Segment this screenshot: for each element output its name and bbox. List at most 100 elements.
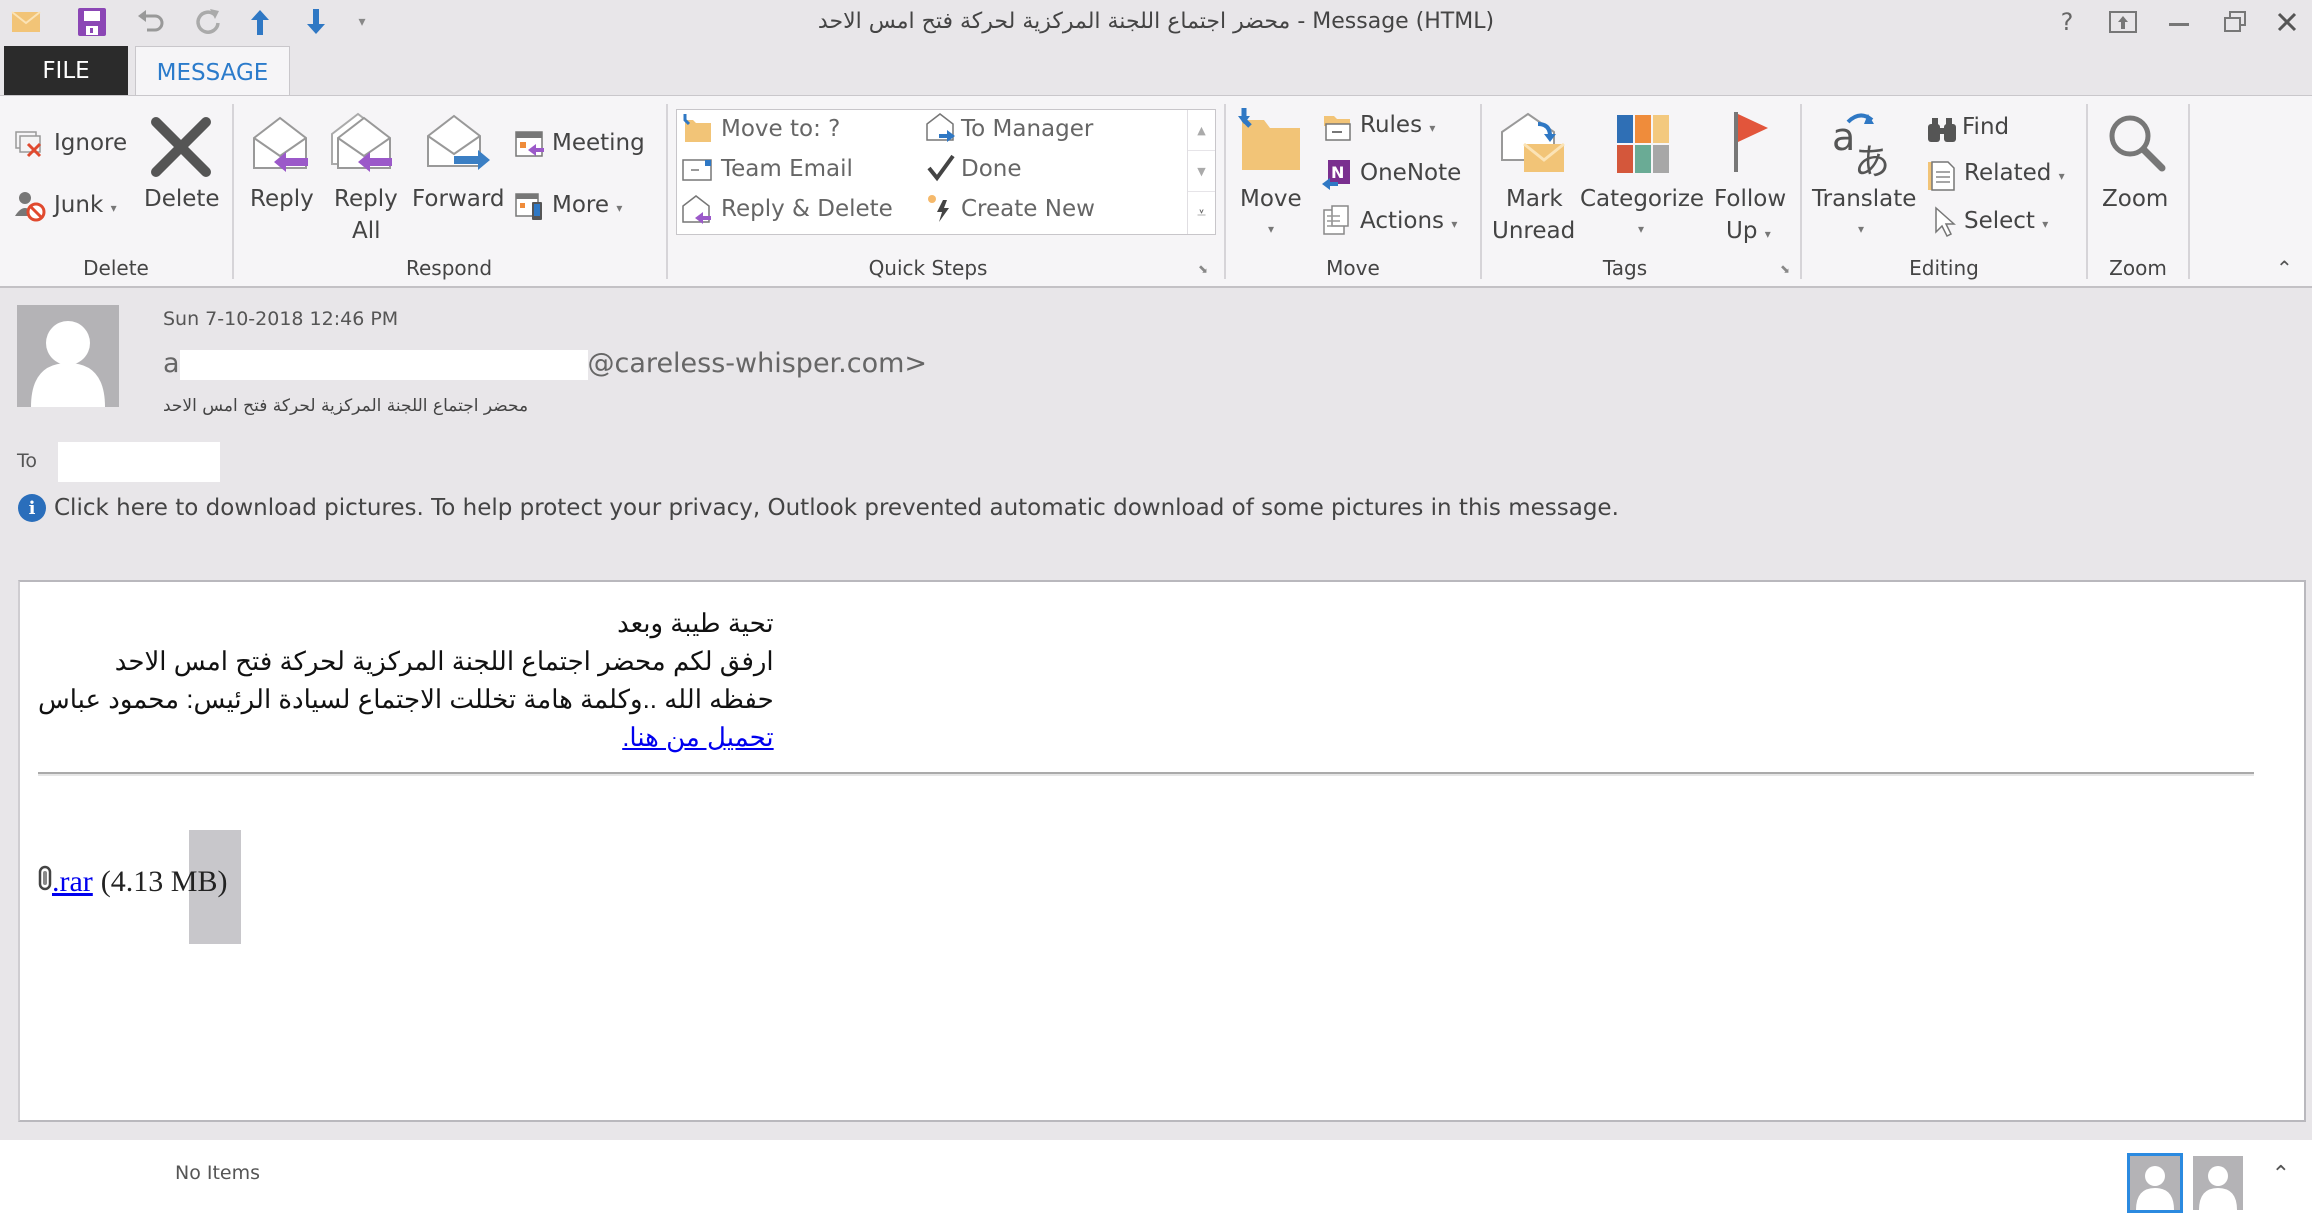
create-new-icon xyxy=(925,192,957,224)
onenote-icon: N xyxy=(1320,158,1352,190)
group-label-zoom: Zoom xyxy=(2109,256,2167,280)
status-text: No Items xyxy=(175,1162,261,1184)
group-label-editing: Editing xyxy=(1909,256,1979,280)
category-color-tile xyxy=(1653,115,1669,143)
body-line: ارفق لكم محضر اجتماع اللجنة المركزية لحر… xyxy=(114,646,774,676)
follow-up-up-label: Up xyxy=(1726,218,1758,244)
sender-address[interactable]: a @careless-whisper.com> xyxy=(163,348,927,380)
expand-people-pane-icon[interactable]: ⌃ xyxy=(2272,1162,2290,1187)
junk-label: Junk xyxy=(54,192,104,218)
actions-button[interactable]: Actions ▾ xyxy=(1360,208,1457,234)
find-binoculars-icon xyxy=(1926,114,1958,146)
ribbon-display-options-icon[interactable] xyxy=(2098,4,2148,40)
group-divider xyxy=(666,104,668,279)
group-divider xyxy=(2086,104,2088,279)
categorize-icon xyxy=(1616,114,1672,174)
zoom-magnifier-icon xyxy=(2106,112,2168,174)
help-button[interactable]: ? xyxy=(2042,4,2092,40)
minimize-icon[interactable] xyxy=(2154,4,2204,40)
follow-up-flag-icon xyxy=(1730,110,1770,174)
scroll-down-icon[interactable]: ▼ xyxy=(1188,151,1215,192)
collapse-ribbon-icon[interactable]: ⌃ xyxy=(2276,256,2293,280)
paperclip-icon xyxy=(38,865,52,899)
more-label: More xyxy=(552,192,610,218)
rules-label: Rules xyxy=(1360,112,1423,138)
quick-step-move-to[interactable]: Move to: ? xyxy=(721,116,840,142)
delete-icon xyxy=(148,114,214,180)
meeting-icon xyxy=(514,128,546,160)
body-text: تحية طيبة وبعد ارفق لكم محضر اجتماع اللج… xyxy=(38,604,774,756)
follow-up-button[interactable]: Follow xyxy=(1714,186,1786,212)
body-line: تحية طيبة وبعد xyxy=(617,608,774,638)
onenote-button[interactable]: OneNote xyxy=(1360,160,1461,186)
tab-file[interactable]: FILE xyxy=(4,46,128,96)
move-button[interactable]: Move xyxy=(1240,186,1302,212)
quick-step-to-manager[interactable]: To Manager xyxy=(961,116,1093,142)
ignore-button[interactable]: Ignore xyxy=(54,130,127,156)
sender-prefix: a xyxy=(163,348,180,379)
meeting-button[interactable]: Meeting xyxy=(552,130,645,156)
mark-unread-button[interactable]: Mark xyxy=(1506,186,1563,212)
reply-all-label-2: All xyxy=(352,218,381,244)
quick-step-reply-delete[interactable]: Reply & Delete xyxy=(721,196,893,222)
reply-all-icon xyxy=(330,112,400,176)
people-avatar-selected[interactable] xyxy=(2127,1153,2183,1213)
rules-button[interactable]: Rules ▾ xyxy=(1360,112,1435,138)
reply-button[interactable]: Reply xyxy=(250,186,314,212)
chevron-down-icon: ▾ xyxy=(1858,222,1865,236)
sender-avatar[interactable] xyxy=(17,305,119,407)
sender-suffix: @careless-whisper.com> xyxy=(587,348,928,379)
categorize-button[interactable]: Categorize xyxy=(1580,186,1704,212)
zoom-button[interactable]: Zoom xyxy=(2102,186,2168,212)
tags-launcher-icon[interactable]: ⬊ xyxy=(1780,262,1794,276)
horizontal-rule xyxy=(38,772,2254,776)
group-label-quick-steps: Quick Steps xyxy=(868,256,988,280)
more-respond-button[interactable]: More ▾ xyxy=(552,192,622,218)
category-color-tile xyxy=(1653,145,1669,173)
delete-button[interactable]: Delete xyxy=(144,186,220,212)
attachment-link[interactable]: .rar xyxy=(52,865,93,899)
tab-message[interactable]: MESSAGE xyxy=(135,46,290,98)
close-icon[interactable] xyxy=(2262,4,2312,40)
message-body: تحية طيبة وبعد ارفق لكم محضر اجتماع اللج… xyxy=(18,580,2306,1122)
reply-all-button[interactable]: Reply xyxy=(334,186,398,212)
redacted-block xyxy=(179,349,588,380)
group-divider xyxy=(1480,104,1482,279)
follow-up-label-2: Up ▾ xyxy=(1726,218,1771,244)
junk-button[interactable]: Junk ▾ xyxy=(54,192,117,218)
select-cursor-icon xyxy=(1930,206,1962,238)
reply-delete-icon xyxy=(681,194,713,226)
gallery-more-icon[interactable]: ⩡ xyxy=(1188,192,1215,233)
category-color-tile xyxy=(1635,145,1651,173)
ribbon-tabs: FILE MESSAGE xyxy=(0,46,2312,98)
quick-step-team-email[interactable]: Team Email xyxy=(721,156,853,182)
restore-icon[interactable] xyxy=(2210,4,2260,40)
category-color-tile xyxy=(1617,145,1633,173)
scroll-up-icon[interactable]: ▲ xyxy=(1188,110,1215,151)
related-icon xyxy=(1926,160,1958,192)
reply-icon xyxy=(250,114,316,176)
find-label: Find xyxy=(1962,114,2010,140)
download-link[interactable]: تحميل من هنا. xyxy=(622,722,773,752)
rules-icon xyxy=(1320,110,1352,142)
download-pictures-infobar[interactable]: i Click here to download pictures. To he… xyxy=(18,494,1619,522)
quick-step-done[interactable]: Done xyxy=(961,156,1022,182)
quick-steps-scroll: ▲ ▼ ⩡ xyxy=(1187,110,1215,234)
select-button[interactable]: Select ▾ xyxy=(1964,208,2048,234)
ribbon: Ignore Junk ▾ Delete Delete Reply Reply … xyxy=(0,95,2312,288)
mark-unread-label-2: Unread xyxy=(1492,218,1576,244)
quick-steps-launcher-icon[interactable]: ⬊ xyxy=(1198,262,1212,276)
forward-button[interactable]: Forward xyxy=(412,186,505,212)
related-button[interactable]: Related ▾ xyxy=(1964,160,2065,186)
junk-icon xyxy=(14,190,46,222)
people-avatar[interactable] xyxy=(2193,1156,2243,1210)
more-respond-icon xyxy=(514,190,546,222)
chevron-down-icon: ▾ xyxy=(1268,222,1275,236)
quick-step-create-new[interactable]: Create New xyxy=(961,196,1095,222)
group-label-respond: Respond xyxy=(405,256,493,280)
translate-button[interactable]: Translate xyxy=(1812,186,1916,212)
category-color-tile xyxy=(1617,115,1633,143)
chevron-down-icon: ▾ xyxy=(1429,121,1436,135)
category-color-tile xyxy=(1635,115,1651,143)
attachment-size: (4.13 MB) xyxy=(100,865,228,898)
